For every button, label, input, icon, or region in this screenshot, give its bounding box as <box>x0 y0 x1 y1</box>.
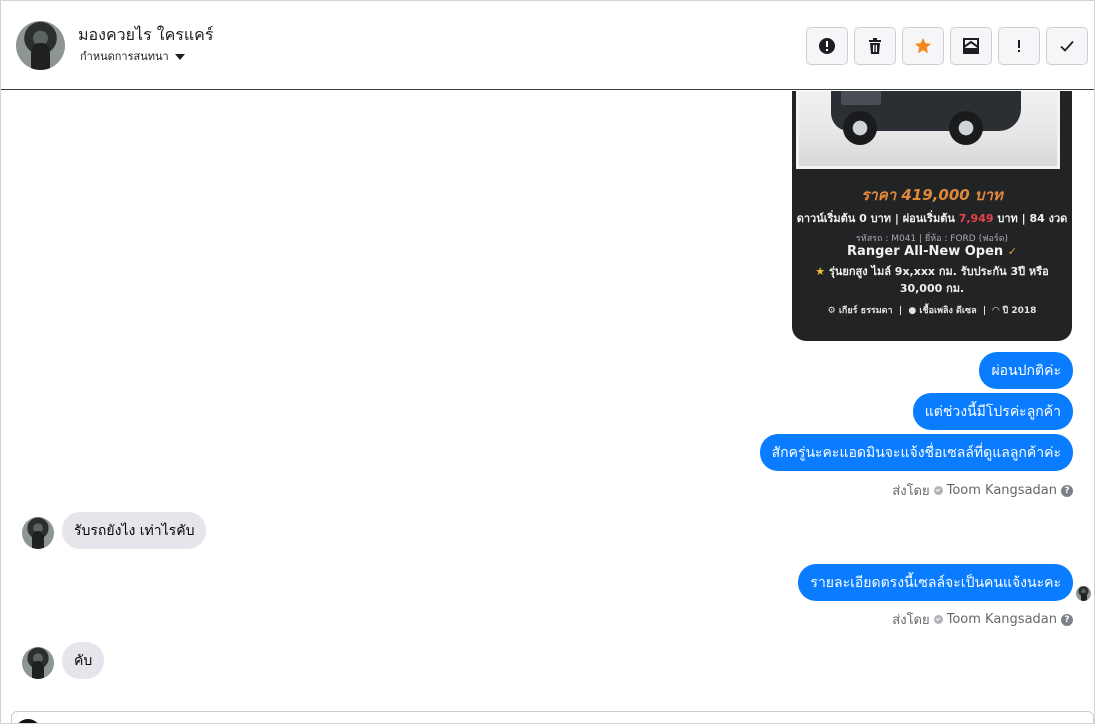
conversation-setting-label: กำหนดการสนทนา <box>80 50 169 63</box>
trash-icon <box>869 38 881 54</box>
sent-by-info: ส่งโดย Toom Kangsadan ? <box>892 609 1073 630</box>
sender-name[interactable]: Toom Kangsadan <box>947 612 1057 627</box>
check-icon <box>1060 40 1074 52</box>
spec-fuel: เชื้อเพลิง ดีเซล <box>919 306 977 316</box>
car-description-line: ★ รุ่นยกสูง ไมล์ 9x,xxx กม. รับประกัน 3ป… <box>792 263 1072 297</box>
delete-button[interactable] <box>854 27 896 65</box>
contact-name[interactable]: มองควยไร ใครแคร์ <box>78 23 213 48</box>
sent-by-label: ส่งโดย <box>892 613 930 628</box>
speedometer-icon: ◠ <box>992 306 1000 316</box>
car-model-line: Ranger All-New Open ✓ <box>792 244 1072 259</box>
message-bubble-outgoing[interactable]: สักครู่นะคะแอดมินจะแจ้งชื่อเซลล์ที่ดูแลล… <box>759 434 1073 471</box>
sent-by-info: ส่งโดย Toom Kangsadan ? <box>892 480 1073 501</box>
follow-up-button[interactable] <box>998 27 1040 65</box>
wheel-image <box>949 111 983 145</box>
message-bubble-incoming[interactable]: รับรถยังไง เท่าไรคับ <box>62 512 207 549</box>
contact-avatar[interactable] <box>16 21 65 70</box>
car-specs: ⚙ เกียร์ ธรรมดา | ● เชื้อเพลิง ดีเซล | ◠… <box>827 306 1037 316</box>
alert-circle-icon <box>819 38 835 54</box>
car-model: Ranger All-New Open <box>847 244 1004 259</box>
star-button[interactable] <box>902 27 944 65</box>
mark-unread-button[interactable] <box>950 27 992 65</box>
car-price: ราคา 419,000 บาท <box>861 186 1003 204</box>
star-icon <box>915 38 931 54</box>
mark-done-button[interactable] <box>1046 27 1088 65</box>
sender-name[interactable]: Toom Kangsadan <box>947 483 1057 498</box>
spec-transmission: เกียร์ ธรรมดา <box>838 306 893 316</box>
message-bubble-outgoing[interactable]: รายละเอียดตรงนี้เซลล์จะเป็นคนแจ้งนะคะ <box>798 564 1073 601</box>
car-codes: รหัสรถ : M041 | ยี่ห้อ : FORD (ฟอร์ด) <box>855 234 1009 244</box>
help-icon[interactable]: ? <box>1061 484 1073 497</box>
car-photo <box>796 91 1060 169</box>
message-thread[interactable]: ราคา 419,000 บาท ดาวน์เริ่มต้น 0 บาท | ผ… <box>1 91 1094 723</box>
message-bubble-outgoing[interactable]: ผ่อนปกติค่ะ <box>979 352 1073 389</box>
caret-down-icon <box>174 53 185 60</box>
verified-check-icon <box>933 615 943 624</box>
wheel-image <box>843 111 877 145</box>
conversation-toolbar <box>806 27 1088 65</box>
message-bubble-outgoing[interactable]: แต่ช่วงนี้มีโปรค่ะลูกค้า <box>912 393 1073 430</box>
verified-icon: ✓ <box>1007 245 1017 258</box>
spec-year: ปี 2018 <box>1002 306 1037 316</box>
messenger-window: มองควยไร ใครแคร์ กำหนดการสนทนา ราคา 419,… <box>0 0 1095 724</box>
down-payment-prefix: ดาวน์เริ่มต้น 0 บาท | ผ่อนเริ่มต้น <box>796 212 955 225</box>
message-composer[interactable] <box>11 711 1094 723</box>
down-payment-suffix: บาท | 84 งวด <box>997 212 1068 225</box>
car-listing-card[interactable]: ราคา 419,000 บาท ดาวน์เริ่มต้น 0 บาท | ผ… <box>792 91 1072 341</box>
sent-by-label: ส่งโดย <box>892 484 930 499</box>
star-icon: ★ <box>815 265 826 278</box>
contact-avatar-small[interactable] <box>22 647 54 679</box>
exclamation-icon <box>1018 40 1020 52</box>
message-bubble-incoming[interactable]: คับ <box>62 642 105 679</box>
mark-unread-icon <box>963 38 979 54</box>
seen-avatar <box>1076 586 1091 601</box>
help-icon[interactable]: ? <box>1061 613 1073 626</box>
verified-check-icon <box>933 486 943 495</box>
car-description: รุ่นยกสูง ไมล์ 9x,xxx กม. รับประกัน 3ปี … <box>829 265 1049 295</box>
contact-avatar-small[interactable] <box>22 517 54 549</box>
gear-icon: ⚙ <box>827 306 836 316</box>
report-button[interactable] <box>806 27 848 65</box>
fuel-icon: ● <box>908 306 917 316</box>
down-payment-line: ดาวน์เริ่มต้น 0 บาท | ผ่อนเริ่มต้น 7,949… <box>792 209 1072 227</box>
conversation-header: มองควยไร ใครแคร์ กำหนดการสนทนา <box>1 1 1094 90</box>
conversation-setting-dropdown[interactable]: กำหนดการสนทนา <box>80 47 185 65</box>
installment-amount: 7,949 <box>958 212 994 225</box>
